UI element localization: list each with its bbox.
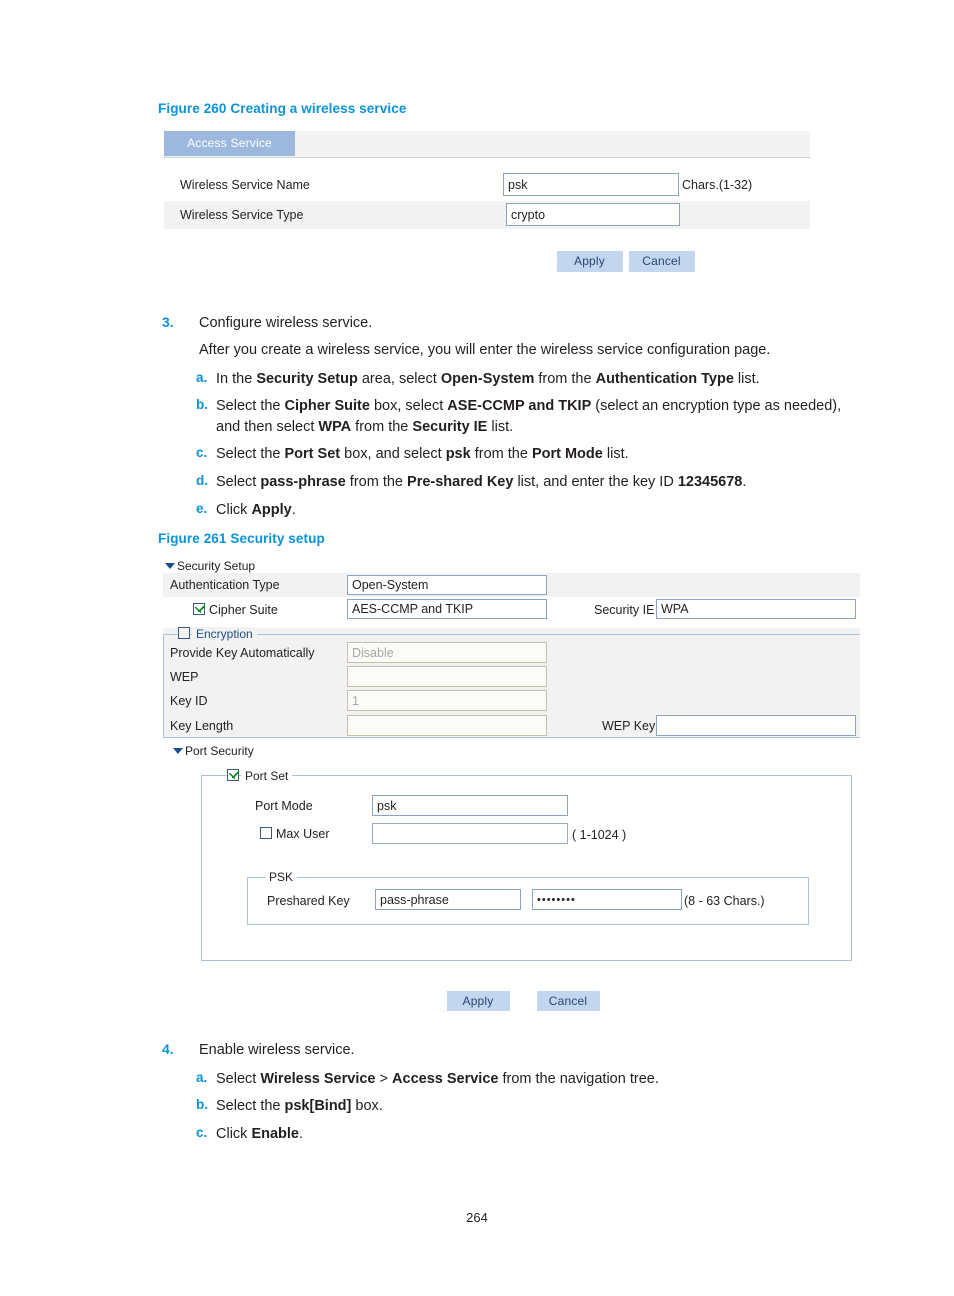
- select-port-mode[interactable]: psk: [372, 795, 568, 816]
- legend-psk: PSK: [265, 870, 298, 884]
- label-security-ie: Security IE: [594, 603, 655, 617]
- step-3-number: 3.: [162, 314, 174, 330]
- select-preshared-key-type[interactable]: pass-phrase: [375, 889, 521, 910]
- step-3-item-c-marker: c.: [196, 445, 208, 460]
- label-wireless-service-type: Wireless Service Type: [180, 208, 304, 222]
- label-authentication-type: Authentication Type: [170, 578, 280, 592]
- input-max-user[interactable]: [372, 823, 568, 844]
- step-3-item-a-text: In the Security Setup area, select Open-…: [216, 371, 760, 387]
- step-3-title: Configure wireless service.: [199, 315, 373, 331]
- step-4-item-b-marker: b.: [196, 1097, 208, 1112]
- legend-port-set: Port Set: [241, 769, 293, 783]
- select-cipher-suite[interactable]: AES-CCMP and TKIP: [347, 599, 547, 619]
- figure-261-cancel-button[interactable]: Cancel: [536, 990, 600, 1011]
- step-4-item-c-marker: c.: [196, 1125, 208, 1140]
- hint-max-user: ( 1-1024 ): [572, 828, 627, 842]
- select-authentication-type[interactable]: Open-System: [347, 575, 547, 595]
- step-3-item-d-marker: d.: [196, 473, 208, 488]
- label-max-user: Max User: [276, 827, 330, 841]
- label-wep-key: WEP Key: [602, 719, 656, 733]
- page-number: 264: [466, 1210, 488, 1225]
- label-key-id: Key ID: [170, 694, 208, 708]
- label-preshared-key: Preshared Key: [267, 894, 350, 908]
- select-wireless-service-type[interactable]: crypto: [506, 203, 680, 226]
- legend-encryption: Encryption: [192, 627, 257, 641]
- step-3-item-e-text: Click Apply.: [216, 502, 296, 518]
- figure-261-apply-button[interactable]: Apply: [446, 990, 510, 1011]
- label-key-length: Key Length: [170, 719, 234, 733]
- input-wep-key[interactable]: [656, 715, 856, 736]
- step-4-item-b-text: Select the psk[Bind] box.: [216, 1098, 383, 1114]
- figure-260-caption: Figure 260 Creating a wireless service: [158, 101, 407, 116]
- label-wireless-service-name: Wireless Service Name: [180, 178, 310, 192]
- select-key-length: [347, 715, 547, 736]
- select-security-ie[interactable]: WPA: [656, 599, 856, 619]
- step-3-item-a-marker: a.: [196, 370, 208, 385]
- figure-260-tabbar: Access Service: [164, 131, 810, 158]
- section-port-security[interactable]: Port Security: [173, 744, 254, 758]
- checkbox-encryption[interactable]: [178, 627, 190, 639]
- select-key-id: 1: [347, 690, 547, 711]
- label-wep: WEP: [170, 670, 199, 684]
- step-3-item-c-text: Select the Port Set box, and select psk …: [216, 446, 629, 462]
- section-security-setup[interactable]: Security Setup: [165, 559, 255, 573]
- step-3-item-b-text: Select the Cipher Suite box, select ASE-…: [216, 398, 842, 435]
- select-provide-key-automatically: Disable: [347, 642, 547, 663]
- checkbox-cipher-suite[interactable]: [193, 603, 205, 615]
- step-4-item-a-text: Select Wireless Service > Access Service…: [216, 1071, 659, 1087]
- label-cipher-suite: Cipher Suite: [209, 603, 278, 617]
- input-wireless-service-name[interactable]: psk: [503, 173, 679, 196]
- step-3-intro: After you create a wireless service, you…: [199, 342, 771, 358]
- figure-260-cancel-button[interactable]: Cancel: [628, 250, 695, 272]
- triangle-down-icon: [165, 563, 175, 569]
- label-port-mode: Port Mode: [255, 799, 313, 813]
- step-4-title: Enable wireless service.: [199, 1042, 355, 1058]
- step-3-item-d-text: Select pass-phrase from the Pre-shared K…: [216, 474, 747, 490]
- select-wep: [347, 666, 547, 687]
- hint-preshared-key: (8 - 63 Chars.): [684, 894, 765, 908]
- input-preshared-key[interactable]: ••••••••: [532, 889, 682, 910]
- section-port-security-label: Port Security: [185, 744, 254, 758]
- hint-wireless-service-name: Chars.(1-32): [682, 178, 753, 192]
- checkbox-max-user[interactable]: [260, 827, 272, 839]
- step-4-number: 4.: [162, 1041, 174, 1057]
- triangle-down-icon: [173, 748, 183, 754]
- step-4-item-a-marker: a.: [196, 1070, 208, 1085]
- section-security-setup-label: Security Setup: [177, 559, 256, 573]
- label-provide-key-automatically: Provide Key Automatically: [170, 646, 315, 660]
- figure-261-caption: Figure 261 Security setup: [158, 531, 325, 546]
- step-3-item-b-marker: b.: [196, 397, 208, 412]
- tab-access-service[interactable]: Access Service: [164, 131, 295, 156]
- step-3-item-e-marker: e.: [196, 501, 208, 516]
- step-4-item-c-text: Click Enable.: [216, 1126, 304, 1142]
- figure-260-apply-button[interactable]: Apply: [556, 250, 623, 272]
- checkbox-port-set[interactable]: [227, 769, 239, 781]
- document-page: Figure 260 Creating a wireless service A…: [0, 0, 954, 1296]
